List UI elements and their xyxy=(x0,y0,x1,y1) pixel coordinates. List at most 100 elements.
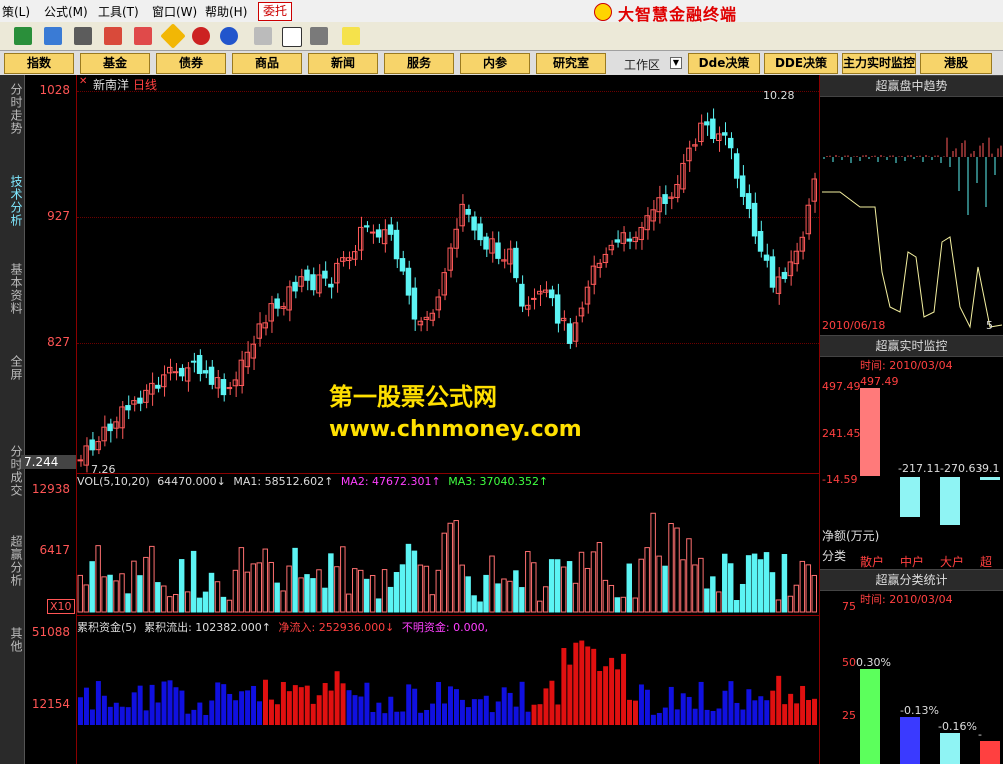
candle xyxy=(155,384,161,389)
globe-icon[interactable] xyxy=(220,27,238,45)
volume-bar xyxy=(393,572,400,613)
fund-bar xyxy=(167,680,173,725)
candle xyxy=(596,262,603,268)
menu-window[interactable]: 窗口(W) xyxy=(152,3,197,20)
menu-strategy[interactable]: 策(L) xyxy=(2,3,30,20)
flag-icon[interactable] xyxy=(14,27,32,45)
menu-tools[interactable]: 工具(T) xyxy=(98,3,139,20)
volume-bar xyxy=(578,551,585,613)
nav-bond[interactable]: 债券 xyxy=(156,53,226,74)
volume-bar xyxy=(787,595,794,613)
volume-bar xyxy=(513,570,519,613)
volume-bar xyxy=(167,596,173,613)
tab-technical[interactable]: 技术分析 xyxy=(2,175,23,227)
volume-bar xyxy=(554,559,561,613)
nav-hk-stock[interactable]: 港股 xyxy=(920,53,992,74)
fund-bar xyxy=(346,690,352,725)
trend-title: 超赢盘中趋势 xyxy=(820,75,1003,97)
monitor-axis: 241.45 xyxy=(822,427,861,440)
fund-bar xyxy=(531,704,537,725)
volume-bar xyxy=(662,565,668,613)
nav-news[interactable]: 新闻 xyxy=(308,53,378,74)
nav-index[interactable]: 指数 xyxy=(4,53,74,74)
candle xyxy=(471,216,477,231)
candle xyxy=(286,286,292,311)
candle xyxy=(811,178,818,202)
fund-bar xyxy=(591,648,597,725)
print-icon[interactable] xyxy=(254,27,272,45)
candle xyxy=(411,287,418,320)
fund-bar xyxy=(430,703,436,725)
books-icon[interactable] xyxy=(310,27,328,45)
volume-bar xyxy=(202,591,209,613)
fund-bar xyxy=(352,695,358,725)
candle xyxy=(662,194,668,204)
nav-insider[interactable]: 内参 xyxy=(460,53,530,74)
window-icon[interactable] xyxy=(282,27,302,47)
alarm-icon[interactable] xyxy=(104,27,122,45)
fund-bar xyxy=(489,712,495,725)
binoculars-icon[interactable] xyxy=(74,27,92,45)
volume-bar xyxy=(280,590,286,613)
volume-bar xyxy=(214,581,221,613)
nav-service[interactable]: 服务 xyxy=(384,53,454,74)
candle xyxy=(178,367,185,377)
class-retail: 散户 xyxy=(860,555,885,569)
candle xyxy=(89,439,95,451)
nav-commodity[interactable]: 商品 xyxy=(232,53,302,74)
volume-bar xyxy=(322,587,328,613)
fund-bar xyxy=(603,666,609,725)
fund-outflow: 累积流出: 102382.000↑ xyxy=(144,621,271,634)
tab-chaoying[interactable]: 超赢分析 xyxy=(2,535,23,587)
volume-bar xyxy=(686,538,692,613)
tab-other[interactable]: 其他 xyxy=(2,627,23,653)
menu-help[interactable]: 帮助(H) xyxy=(205,3,247,20)
warning-icon[interactable] xyxy=(160,23,186,49)
fund-bar xyxy=(495,701,501,725)
volume-bar xyxy=(399,564,406,613)
chart-area[interactable]: ✕ 新南洋 日线 10.28 7.26 VOL(5,10,20) 64470.0… xyxy=(77,75,820,764)
candle xyxy=(83,445,89,466)
workarea-label[interactable]: 工作区 xyxy=(624,56,660,73)
nav-research[interactable]: 研究室 xyxy=(536,53,606,74)
fund-bar xyxy=(764,700,770,725)
nav-fund[interactable]: 基金 xyxy=(80,53,150,74)
tab-fundamentals[interactable]: 基本资料 xyxy=(2,263,23,315)
nav-dde-decision-2[interactable]: DDE决策 xyxy=(764,53,838,74)
candle xyxy=(483,236,489,250)
fund-bar xyxy=(471,699,477,725)
candle xyxy=(525,304,531,310)
vol-ma1: MA1: 58512.602↑ xyxy=(233,475,334,488)
weituo-button[interactable]: 委托 xyxy=(258,2,293,21)
fund-bar xyxy=(227,693,233,725)
chevron-down-icon[interactable]: ▼ xyxy=(670,57,682,69)
tab-intraday[interactable]: 分时走势 xyxy=(2,83,23,135)
candle xyxy=(381,229,388,245)
fund-bar xyxy=(137,685,143,725)
candle xyxy=(417,320,424,326)
fund-bar xyxy=(173,687,179,725)
fund-bar xyxy=(376,702,382,725)
fund-bar xyxy=(650,714,656,725)
fund-bar xyxy=(358,696,364,725)
tab-fullscreen[interactable]: 全屏 xyxy=(2,355,23,381)
fund-bar xyxy=(388,696,394,725)
nav-main-monitor[interactable]: 主力实时监控 xyxy=(842,53,916,74)
nav-dde-decision[interactable]: Dde决策 xyxy=(688,53,760,74)
volume-bar xyxy=(763,552,770,613)
menu-formula[interactable]: 公式(M) xyxy=(44,3,88,20)
volume-bar xyxy=(596,542,603,613)
fund-bar xyxy=(513,706,519,725)
volume-bar xyxy=(799,560,806,613)
stop-icon[interactable] xyxy=(192,27,210,45)
help-cursor-icon[interactable] xyxy=(342,27,360,45)
refresh-icon[interactable] xyxy=(44,27,62,45)
trend-date: 2010/06/18 xyxy=(822,319,886,332)
volume-bar xyxy=(352,568,358,613)
candle xyxy=(423,316,430,320)
info-icon[interactable] xyxy=(134,27,152,45)
volume-bar xyxy=(429,594,436,613)
tab-trades[interactable]: 分时成交 xyxy=(2,445,23,497)
candle xyxy=(769,256,776,288)
class-label: 分类 xyxy=(822,549,847,563)
